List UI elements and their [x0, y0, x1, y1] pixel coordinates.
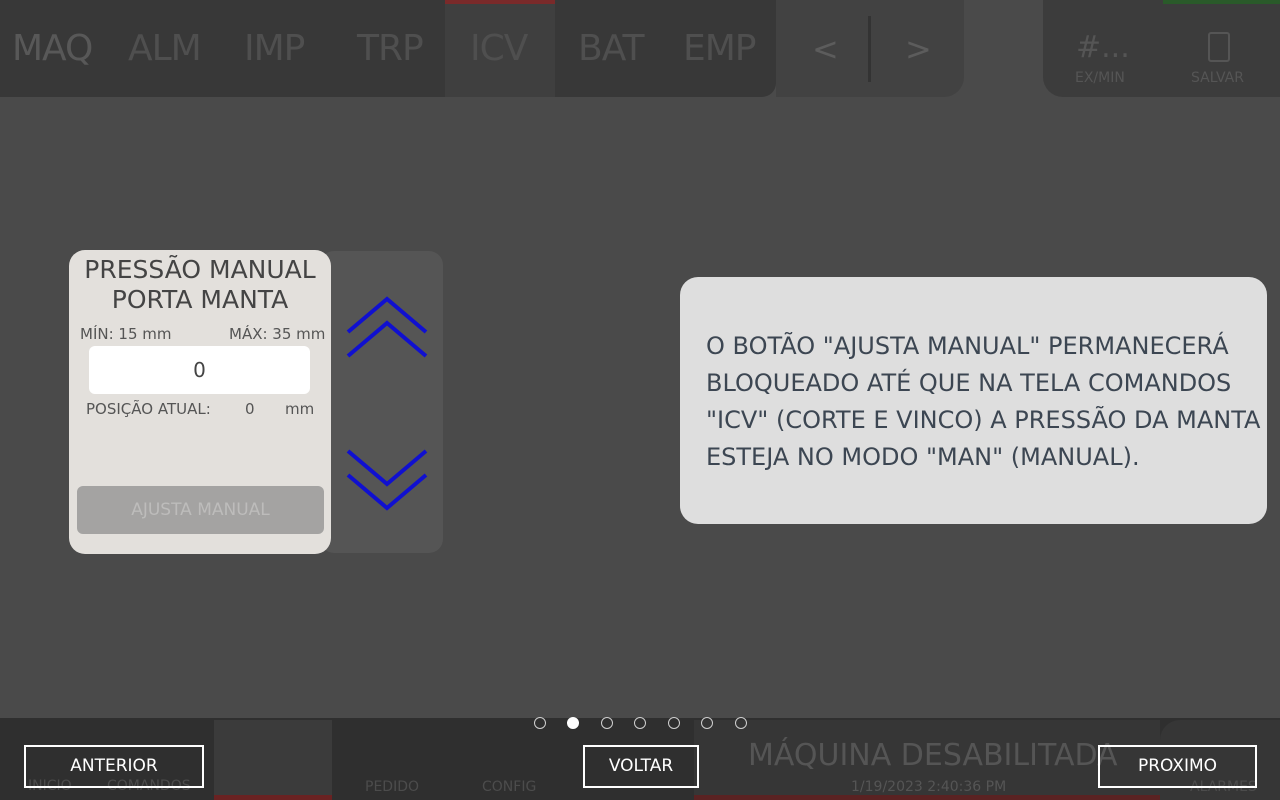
page-dot[interactable] [735, 717, 747, 729]
adjust-manual-button[interactable]: AJUSTA MANUAL [77, 486, 324, 534]
min-label: MÍN: 15 mm [80, 325, 172, 343]
save-label: SALVAR [1191, 70, 1244, 86]
position-unit: mm [285, 400, 315, 418]
timestamp: 1/19/2023 2:40:36 PM [851, 779, 1007, 795]
pressure-input[interactable] [89, 346, 310, 394]
counter-value: #... [1076, 30, 1130, 65]
machine-status-mark [694, 795, 1160, 800]
bottom-active-mark [214, 795, 332, 800]
page-dot-active[interactable] [567, 717, 579, 729]
card-title-line1: PRESSÃO MANUAL [84, 255, 316, 284]
page-dot[interactable] [601, 717, 613, 729]
tab-trp: TRP [357, 28, 424, 69]
info-panel: O BOTÃO "AJUSTA MANUAL" PERMANECERÁ BLOQ… [680, 277, 1267, 524]
tab-imp: IMP [244, 28, 305, 69]
increase-chevron-icon[interactable] [345, 294, 429, 360]
tab-bat: BAT [578, 28, 645, 69]
page-dot[interactable] [668, 717, 680, 729]
page-dot[interactable] [634, 717, 646, 729]
proximo-button[interactable]: PROXIMO [1098, 745, 1257, 788]
position-value: 0 [245, 400, 255, 418]
tab-emp: EMP [683, 28, 757, 69]
nav-config-label: CONFIG [482, 779, 537, 795]
page-dot[interactable] [701, 717, 713, 729]
tab-maq: MAQ [12, 28, 93, 69]
sd-card-icon [1208, 32, 1230, 62]
status-green-mark [1163, 0, 1280, 4]
page-dot[interactable] [534, 717, 546, 729]
tab-prev-arrow-icon: < [812, 30, 839, 68]
tab-icv-alert-mark [445, 0, 555, 4]
anterior-button[interactable]: ANTERIOR [24, 745, 204, 788]
voltar-button[interactable]: VOLTAR [583, 745, 699, 788]
tab-next-arrow-icon: > [905, 30, 932, 68]
pressure-card: PRESSÃO MANUAL PORTA MANTA MÍN: 15 mm MÁ… [69, 250, 331, 554]
tab-icv: ICV [470, 28, 528, 69]
decrease-chevron-icon[interactable] [345, 447, 429, 513]
nav-pedido-label: PEDIDO [365, 779, 419, 795]
max-label: MÁX: 35 mm [229, 325, 326, 343]
position-label: POSIÇÃO ATUAL: [86, 400, 211, 418]
counter-unit: EX/MIN [1075, 70, 1125, 86]
tab-alm: ALM [128, 28, 202, 69]
machine-status: MÁQUINA DESABILITADA [748, 738, 1118, 773]
info-text: O BOTÃO "AJUSTA MANUAL" PERMANECERÁ BLOQ… [706, 332, 1261, 471]
nav-divider [868, 16, 871, 82]
card-title-line2: PORTA MANTA [111, 285, 289, 314]
bottom-active-tab [214, 720, 332, 800]
